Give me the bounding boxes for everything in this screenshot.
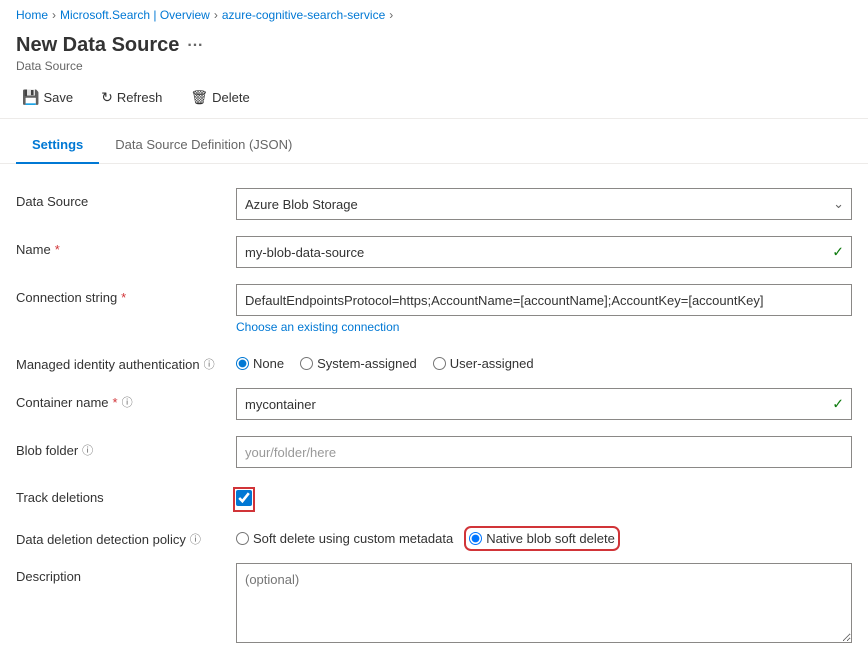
deletion-policy-info-icon[interactable]: ⓘ bbox=[190, 531, 201, 547]
blob-folder-input[interactable] bbox=[236, 436, 852, 468]
connection-required: * bbox=[121, 290, 126, 305]
page-title: New Data Source bbox=[16, 34, 179, 57]
container-required: * bbox=[113, 395, 118, 410]
tab-json[interactable]: Data Source Definition (JSON) bbox=[99, 127, 308, 164]
tab-settings[interactable]: Settings bbox=[16, 127, 99, 164]
name-check-icon: ✓ bbox=[832, 244, 844, 261]
choose-connection-link[interactable]: Choose an existing connection bbox=[236, 320, 852, 334]
tabs: Settings Data Source Definition (JSON) bbox=[0, 127, 868, 164]
managed-identity-control: None System-assigned User-assigned bbox=[236, 350, 852, 371]
track-deletions-control bbox=[236, 484, 852, 509]
connection-string-row: Connection string * Choose an existing c… bbox=[16, 276, 852, 342]
managed-identity-row: Managed identity authentication ⓘ None S… bbox=[16, 342, 852, 380]
data-source-select[interactable]: Azure Blob Storage bbox=[236, 188, 852, 220]
container-name-control: ✓ bbox=[236, 388, 852, 420]
save-icon: 💾 bbox=[22, 89, 39, 106]
name-input[interactable] bbox=[236, 236, 852, 268]
data-source-control: Azure Blob Storage ⌄ bbox=[236, 188, 852, 220]
track-deletions-row: Track deletions bbox=[16, 476, 852, 517]
track-deletions-checkbox[interactable] bbox=[236, 490, 252, 506]
delete-icon: 🗑 bbox=[190, 89, 208, 106]
toolbar: 💾 Save ↻ Refresh 🗑 Delete bbox=[0, 77, 868, 119]
container-name-row: Container name * ⓘ ✓ bbox=[16, 380, 852, 428]
refresh-icon: ↻ bbox=[101, 89, 113, 106]
deletion-policy-row: Data deletion detection policy ⓘ Soft de… bbox=[16, 517, 852, 555]
track-deletions-highlight bbox=[236, 490, 252, 509]
connection-string-input[interactable] bbox=[236, 284, 852, 316]
data-source-row: Data Source Azure Blob Storage ⌄ bbox=[16, 180, 852, 228]
managed-identity-none[interactable]: None bbox=[236, 356, 284, 371]
breadcrumb: Home › Microsoft.Search | Overview › azu… bbox=[0, 0, 868, 30]
soft-delete-radio[interactable] bbox=[236, 532, 249, 545]
ellipsis-menu-button[interactable]: ··· bbox=[187, 37, 203, 55]
managed-identity-system[interactable]: System-assigned bbox=[300, 356, 417, 371]
deletion-policy-control: Soft delete using custom metadata Native… bbox=[236, 525, 852, 546]
container-name-input[interactable] bbox=[236, 388, 852, 420]
description-textarea[interactable] bbox=[236, 563, 852, 643]
blob-folder-control bbox=[236, 436, 852, 468]
name-required: * bbox=[55, 242, 60, 257]
breadcrumb-home[interactable]: Home bbox=[16, 8, 48, 22]
managed-identity-user[interactable]: User-assigned bbox=[433, 356, 534, 371]
description-control bbox=[236, 563, 852, 646]
delete-button[interactable]: 🗑 Delete bbox=[184, 85, 255, 110]
breadcrumb-service[interactable]: azure-cognitive-search-service bbox=[222, 8, 385, 22]
save-button[interactable]: 💾 Save bbox=[16, 85, 79, 110]
soft-delete-option[interactable]: Soft delete using custom metadata bbox=[236, 531, 453, 546]
name-control: ✓ bbox=[236, 236, 852, 268]
name-row: Name * ✓ bbox=[16, 228, 852, 276]
container-check-icon: ✓ bbox=[832, 396, 844, 413]
form: Data Source Azure Blob Storage ⌄ Name * … bbox=[0, 164, 868, 670]
blob-folder-info-icon[interactable]: ⓘ bbox=[82, 442, 93, 458]
description-row: Description bbox=[16, 555, 852, 654]
refresh-button[interactable]: ↻ Refresh bbox=[95, 85, 168, 110]
blob-folder-row: Blob folder ⓘ bbox=[16, 428, 852, 476]
breadcrumb-search[interactable]: Microsoft.Search | Overview bbox=[60, 8, 210, 22]
page-header: New Data Source ··· Data Source bbox=[0, 30, 868, 77]
connection-string-control: Choose an existing connection bbox=[236, 284, 852, 334]
native-soft-delete-radio[interactable] bbox=[469, 532, 482, 545]
managed-identity-info-icon[interactable]: ⓘ bbox=[204, 356, 215, 372]
page-subtitle: Data Source bbox=[16, 59, 852, 73]
native-soft-delete-option[interactable]: Native blob soft delete bbox=[469, 531, 615, 546]
container-info-icon[interactable]: ⓘ bbox=[122, 394, 133, 410]
